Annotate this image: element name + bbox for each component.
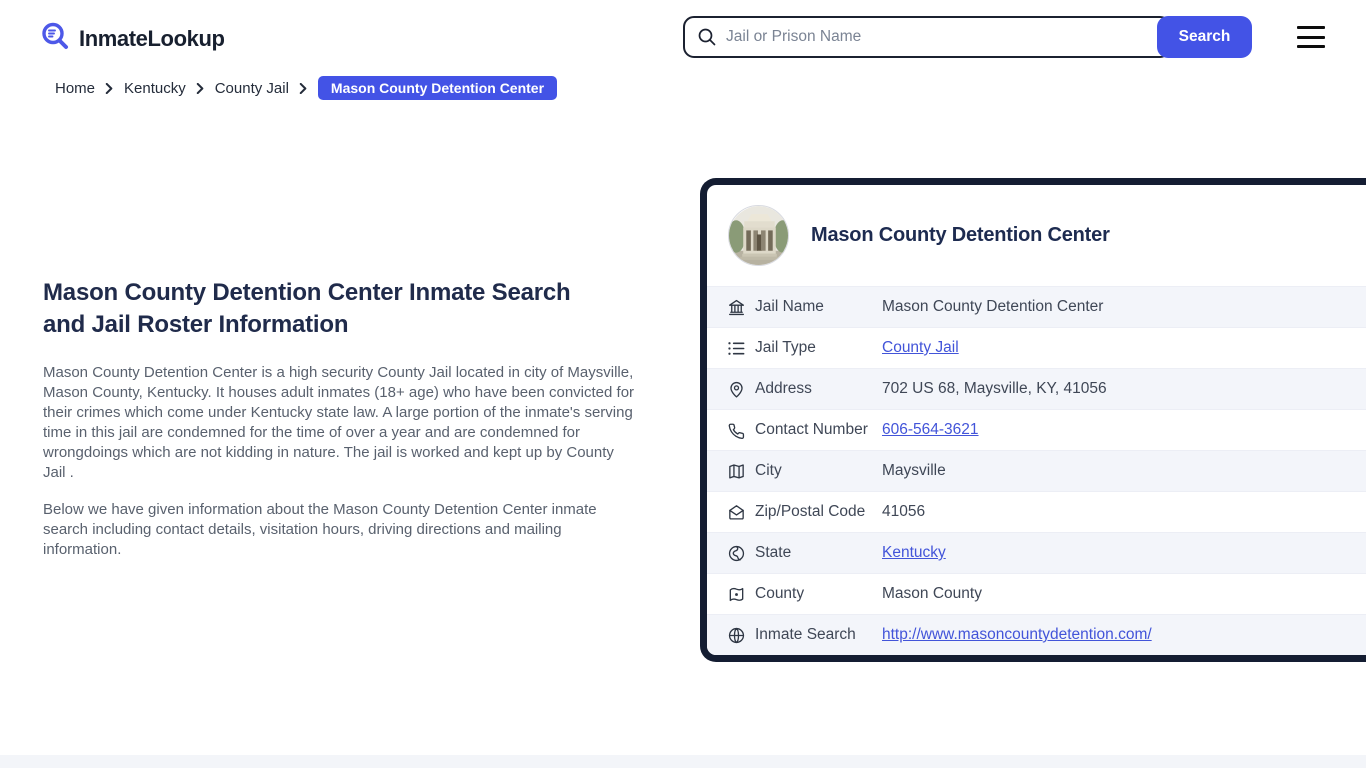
map-pin-icon [725,378,747,400]
breadcrumb-kentucky[interactable]: Kentucky [124,80,186,97]
county-map-icon [725,583,747,605]
courthouse-building-photo [728,205,789,266]
site-logo-text: InmateLookup [79,26,225,52]
table-row-city: City Maysville [707,450,1366,491]
article: Mason County Detention Center Inmate Sea… [43,277,637,560]
globe-americas-icon [725,542,747,564]
footer-strip [0,755,1366,768]
contact-number-link[interactable]: 606-564-3621 [882,421,979,439]
table-row-contact-number: Contact Number 606-564-3621 [707,409,1366,450]
county-jail-link[interactable]: County Jail [882,339,959,357]
table-row-jail-type: Jail Type County Jail [707,327,1366,368]
breadcrumb-home[interactable]: Home [55,80,95,97]
state-kentucky-link[interactable]: Kentucky [882,544,946,562]
article-paragraph-2: Below we have given information about th… [43,500,637,560]
globe-icon [725,624,747,646]
table-row-zip: Zip/Postal Code 41056 [707,491,1366,532]
search-input[interactable] [726,28,1157,46]
jail-search-bar: Search [683,16,1252,58]
breadcrumb: Home Kentucky County Jail Mason County D… [55,76,557,100]
table-row-state: State Kentucky [707,532,1366,573]
search-button[interactable]: Search [1157,16,1252,58]
table-row-inmate-search: Inmate Search http://www.masoncountydete… [707,614,1366,655]
table-row-address: Address 702 US 68, Maysville, KY, 41056 [707,368,1366,409]
breadcrumb-county-jail[interactable]: County Jail [215,80,289,97]
list-icon [725,337,747,359]
page-title: Mason County Detention Center Inmate Sea… [43,277,613,341]
chevron-right-icon [195,83,206,94]
site-logo[interactable]: InmateLookup [40,21,225,56]
phone-icon [725,419,747,441]
jail-card-title: Mason County Detention Center [811,224,1110,247]
envelope-icon [725,501,747,523]
breadcrumb-current-page: Mason County Detention Center [318,76,557,100]
menu-hamburger-icon[interactable] [1297,26,1325,48]
search-icon [697,27,717,47]
inmate-search-url-link[interactable]: http://www.masoncountydetention.com/ [882,626,1152,644]
jail-card-header: Mason County Detention Center [707,185,1366,286]
jail-info-table: Jail Name Mason County Detention Center … [707,286,1366,655]
chevron-right-icon [298,83,309,94]
article-paragraph-1: Mason County Detention Center is a high … [43,363,637,483]
search-field[interactable] [683,16,1171,58]
inmate-lookup-magnifier-icon [40,21,70,56]
table-row-county: County Mason County [707,573,1366,614]
table-row-jail-name: Jail Name Mason County Detention Center [707,286,1366,327]
bank-icon [725,296,747,318]
chevron-right-icon [104,83,115,94]
folded-map-icon [725,460,747,482]
jail-info-card: Mason County Detention Center Jail Name … [700,178,1366,662]
